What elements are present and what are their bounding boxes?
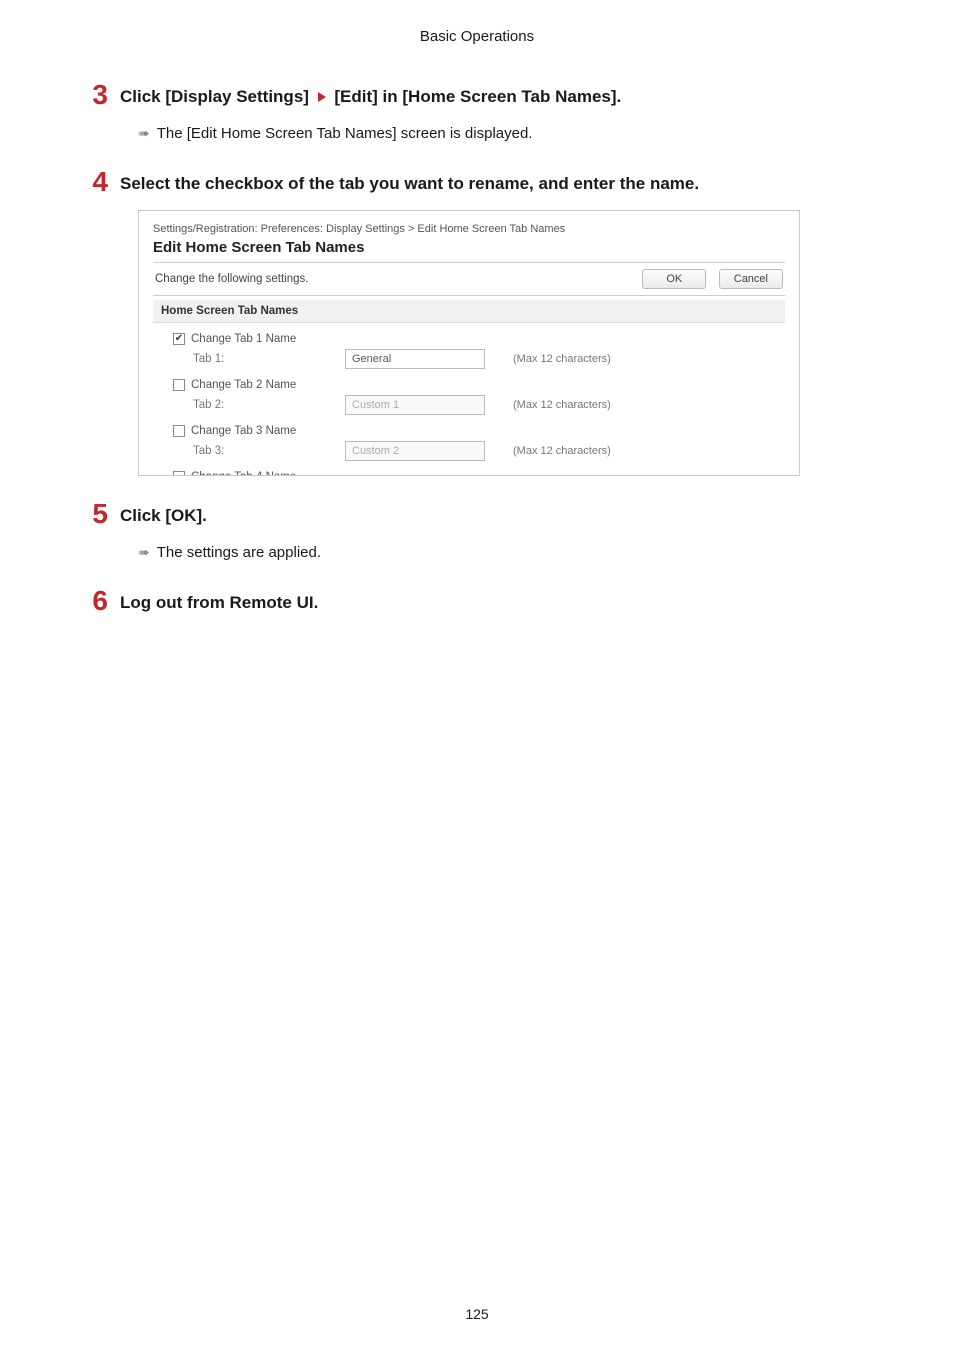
triangle-right-icon — [318, 92, 326, 102]
step-heading: Click [Display Settings] [Edit] in [Home… — [120, 81, 621, 109]
field-label: Tab 1: — [193, 353, 345, 365]
step-heading-part-b: [Edit] in [Home Screen Tab Names]. — [330, 87, 622, 106]
step-6: 6 Log out from Remote UI. — [86, 587, 868, 615]
step-heading: Click [OK]. — [120, 500, 207, 528]
action-bar: Change the following settings. OK Cancel — [153, 262, 785, 296]
step-5: 5 Click [OK]. — [86, 500, 868, 528]
checkbox-icon[interactable] — [173, 471, 185, 476]
section-body: ✔ Change Tab 1 Name Tab 1: General (Max … — [153, 323, 785, 476]
step-heading-part-a: Click [Display Settings] — [120, 87, 314, 106]
checkbox-icon[interactable] — [173, 379, 185, 391]
max-chars-hint: (Max 12 characters) — [513, 353, 611, 365]
tab-name-input[interactable]: Custom 2 — [345, 441, 485, 461]
tab-row: Change Tab 3 Name — [153, 421, 785, 439]
tab-input-row: Tab 2: Custom 1 (Max 12 characters) — [153, 393, 785, 421]
step-4: 4 Select the checkbox of the tab you wan… — [86, 168, 868, 196]
action-bar-text: Change the following settings. — [155, 273, 308, 285]
tab-input-row: Tab 1: General (Max 12 characters) — [153, 347, 785, 375]
field-label: Tab 3: — [193, 445, 345, 457]
result-arrow-icon: ➠ — [138, 123, 149, 144]
step-3-result: ➠ The [Edit Home Screen Tab Names] scree… — [138, 123, 868, 144]
max-chars-hint: (Max 12 characters) — [513, 399, 611, 411]
checkbox-label: Change Tab 1 Name — [191, 333, 296, 345]
page-number: 125 — [0, 1306, 954, 1322]
checkbox-label: Change Tab 2 Name — [191, 379, 296, 391]
tab-input-row: Tab 3: Custom 2 (Max 12 characters) — [153, 439, 785, 467]
step-number: 5 — [86, 500, 108, 528]
ok-button[interactable]: OK — [642, 269, 706, 289]
breadcrumb: Settings/Registration: Preferences: Disp… — [153, 223, 785, 235]
step-heading: Select the checkbox of the tab you want … — [120, 168, 699, 196]
checkbox-label: Change Tab 3 Name — [191, 425, 296, 437]
step-number: 6 — [86, 587, 108, 615]
tab-row: ✔ Change Tab 1 Name — [153, 329, 785, 347]
tab-row: Change Tab 4 Name — [153, 467, 785, 476]
step-3: 3 Click [Display Settings] [Edit] in [Ho… — [86, 81, 868, 109]
section-header: Home Screen Tab Names — [153, 300, 785, 323]
step-heading: Log out from Remote UI. — [120, 587, 318, 615]
step-5-result: ➠ The settings are applied. — [138, 542, 868, 563]
result-text: The settings are applied. — [157, 542, 321, 563]
step-number: 3 — [86, 81, 108, 109]
tab-row: Change Tab 2 Name — [153, 375, 785, 393]
page-header: Basic Operations — [86, 28, 868, 45]
max-chars-hint: (Max 12 characters) — [513, 445, 611, 457]
action-bar-buttons: OK Cancel — [634, 269, 783, 289]
checkbox-icon[interactable]: ✔ — [173, 333, 185, 345]
checkbox-icon[interactable] — [173, 425, 185, 437]
tab-name-input[interactable]: Custom 1 — [345, 395, 485, 415]
edit-tab-names-screenshot: Settings/Registration: Preferences: Disp… — [138, 210, 800, 476]
result-text: The [Edit Home Screen Tab Names] screen … — [157, 123, 533, 144]
tab-name-input[interactable]: General — [345, 349, 485, 369]
checkbox-label: Change Tab 4 Name — [191, 471, 296, 476]
step-number: 4 — [86, 168, 108, 196]
cancel-button[interactable]: Cancel — [719, 269, 783, 289]
panel-title: Edit Home Screen Tab Names — [153, 239, 785, 256]
field-label: Tab 2: — [193, 399, 345, 411]
result-arrow-icon: ➠ — [138, 542, 149, 563]
